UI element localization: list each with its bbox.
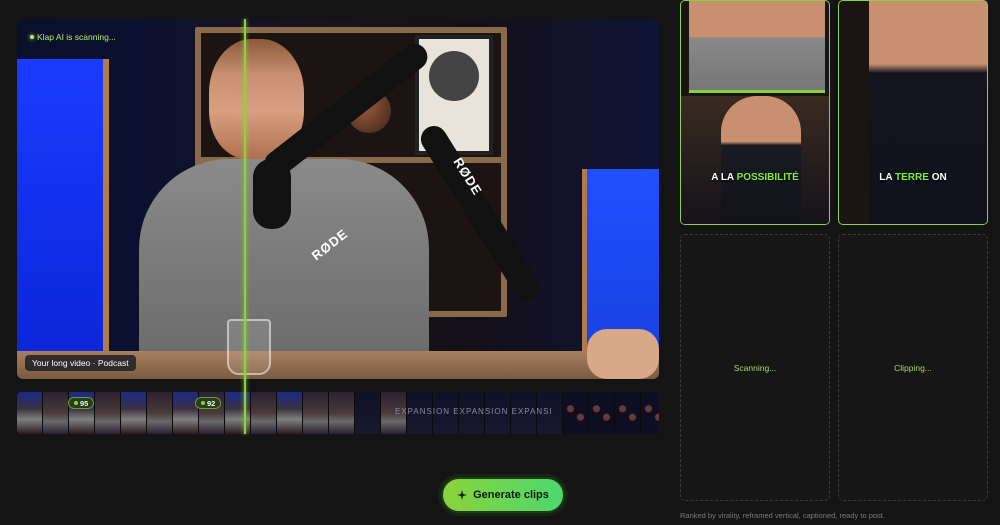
water-glass bbox=[227, 319, 271, 375]
generate-clips-button[interactable]: Generate clips bbox=[441, 477, 565, 513]
generated-clip-card[interactable]: A LA POSSIBILITÉ bbox=[680, 0, 830, 225]
filmstrip-frame bbox=[147, 392, 173, 434]
guest-hands bbox=[587, 329, 659, 379]
filmstrip-frame bbox=[121, 392, 147, 434]
filmstrip-frame bbox=[17, 392, 43, 434]
video-source-tag: Your long video · Podcast bbox=[25, 355, 136, 371]
filmstrip-frame bbox=[589, 392, 615, 434]
generated-clip-card[interactable]: LA TERRE ON bbox=[838, 0, 988, 225]
caption-text-tail: ON bbox=[928, 172, 947, 183]
filmstrip-frame bbox=[615, 392, 641, 434]
timeline-filmstrip[interactable]: EXPANSION EXPANSION EXPANSI 95 92 bbox=[17, 392, 659, 434]
filmstrip-frame bbox=[95, 392, 121, 434]
filmstrip-frame bbox=[329, 392, 355, 434]
filmstrip-frame bbox=[563, 392, 589, 434]
filmstrip-frame bbox=[303, 392, 329, 434]
clip-status: Scanning... bbox=[733, 363, 777, 373]
filmstrip-frame bbox=[355, 392, 381, 434]
filmstrip-overlay-text: EXPANSION EXPANSION EXPANSI bbox=[395, 407, 553, 416]
caption-highlight: POSSIBILITÉ bbox=[736, 172, 799, 183]
pending-clip-card: Scanning... bbox=[680, 234, 830, 501]
scan-progress-line bbox=[244, 19, 246, 434]
filmstrip-frame bbox=[225, 392, 251, 434]
filmstrip-frame bbox=[173, 392, 199, 434]
caption-text: A LA bbox=[711, 172, 737, 183]
clip-caption: A LA POSSIBILITÉ bbox=[681, 172, 829, 183]
filmstrip-frame bbox=[277, 392, 303, 434]
main-video-preview[interactable]: RØDE RØDE bbox=[17, 19, 659, 379]
filmstrip-frame bbox=[43, 392, 69, 434]
score-dot-icon bbox=[74, 401, 78, 405]
pending-clip-card: Clipping... bbox=[838, 234, 988, 501]
clip-speaker bbox=[721, 96, 801, 224]
filmstrip-frame bbox=[641, 392, 659, 434]
app-root: RØDE RØDE Klap AI is scanning... Your lo… bbox=[0, 0, 1000, 525]
clip-top-frame bbox=[689, 1, 825, 93]
sparkle-icon bbox=[457, 490, 468, 500]
filmstrip-frame bbox=[251, 392, 277, 434]
score-dot-icon bbox=[201, 401, 205, 405]
scan-status: Klap AI is scanning... bbox=[30, 32, 116, 42]
clip-status: Clipping... bbox=[894, 363, 932, 373]
virality-score-value: 92 bbox=[207, 398, 216, 408]
scanning-dot-icon bbox=[30, 35, 34, 39]
clip-caption: LA TERRE ON bbox=[839, 172, 987, 183]
virality-score-value: 95 bbox=[80, 398, 89, 408]
caption-text: LA bbox=[879, 172, 896, 183]
virality-score-badge: 92 bbox=[195, 397, 222, 409]
studio-light-panel bbox=[17, 59, 109, 359]
caption-highlight: TERRE bbox=[895, 172, 929, 183]
scan-status-text: Klap AI is scanning... bbox=[37, 32, 116, 42]
virality-score-badge: 95 bbox=[68, 397, 95, 409]
generate-clips-label: Generate clips bbox=[473, 489, 549, 501]
clips-footnote: Ranked by virality, reframed vertical, c… bbox=[680, 511, 885, 520]
clip-speaker bbox=[869, 1, 987, 224]
